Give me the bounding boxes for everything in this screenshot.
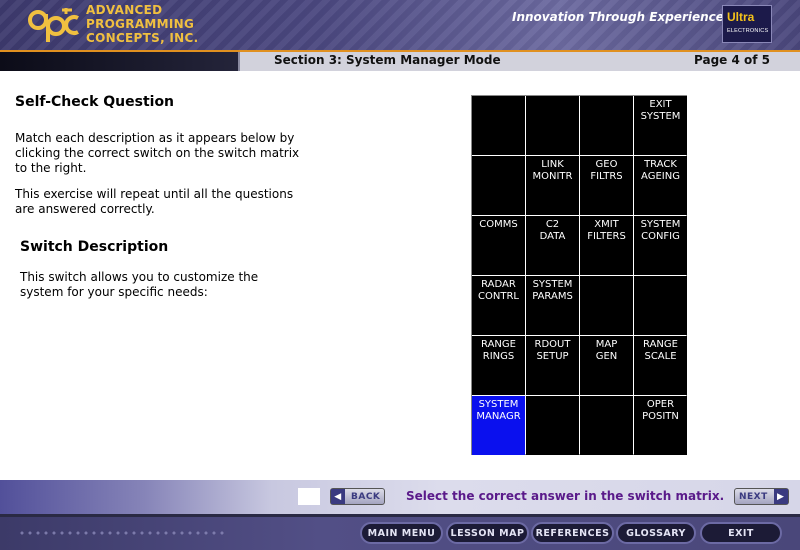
matrix-switch[interactable]	[580, 96, 633, 155]
ultra-logo-text: Ultra	[727, 10, 755, 24]
main-menu-button[interactable]: MAIN MENU	[360, 522, 443, 544]
ultra-logo-subtext: ELECTRONICS	[727, 28, 769, 34]
switch-matrix: EXIT SYSTEM LINK MONITR GEO FILTRS TRACK…	[471, 95, 687, 455]
matrix-switch-readout-setup[interactable]: RDOUT SETUP	[526, 336, 579, 395]
page-heading: Self-Check Question	[15, 94, 175, 110]
matrix-switch-c2-data[interactable]: C2 DATA	[526, 216, 579, 275]
section-bar: Section 3: System Manager Mode Page 4 of…	[0, 52, 800, 71]
section-title-bar: Section 3: System Manager Mode Page 4 of…	[238, 52, 800, 71]
footer-bar: MAIN MENU LESSON MAP REFERENCES GLOSSARY…	[0, 517, 800, 550]
switch-description-text: This switch allows you to customize the …	[20, 270, 259, 299]
matrix-switch-oper-position[interactable]: OPER POSITN	[634, 396, 687, 455]
company-name: ADVANCED PROGRAMMING CONCEPTS, INC.	[86, 3, 199, 45]
matrix-switch-radar-control[interactable]: RADAR CONTRL	[472, 276, 525, 335]
matrix-switch-range-rings[interactable]: RANGE RINGS	[472, 336, 525, 395]
app-header: ADVANCED PROGRAMMING CONCEPTS, INC. Inno…	[0, 0, 800, 50]
next-button[interactable]: NEXT ▶	[734, 488, 789, 505]
matrix-switch[interactable]	[526, 96, 579, 155]
back-button[interactable]: ◀ BACK	[330, 488, 385, 505]
footer-dots-decoration	[18, 529, 228, 539]
instruction-text: Select the correct answer in the switch …	[406, 489, 725, 503]
exit-button[interactable]: EXIT	[700, 522, 782, 544]
matrix-switch-link-monitor[interactable]: LINK MONITR	[526, 156, 579, 215]
matrix-switch-comms[interactable]: COMMS	[472, 216, 525, 275]
matrix-switch-xmit-filters[interactable]: XMIT FILTERS	[580, 216, 633, 275]
tagline: Innovation Through Experience	[512, 10, 724, 24]
matrix-switch-track-ageing[interactable]: TRACK AGEING	[634, 156, 687, 215]
matrix-switch[interactable]	[526, 396, 579, 455]
next-button-label: NEXT	[739, 491, 768, 502]
matrix-switch-exit-system[interactable]: EXIT SYSTEM	[634, 96, 687, 155]
repeat-paragraph: This exercise will repeat until all the …	[15, 187, 294, 216]
back-button-label: BACK	[351, 491, 381, 502]
back-arrow-icon: ◀	[331, 489, 345, 504]
matrix-switch-system-manager[interactable]: SYSTEM MANAGR	[472, 396, 525, 455]
company-line: ADVANCED	[86, 3, 163, 17]
next-arrow-icon: ▶	[773, 489, 788, 504]
company-line: PROGRAMMING	[86, 17, 195, 31]
matrix-switch[interactable]	[580, 396, 633, 455]
matrix-switch[interactable]	[580, 276, 633, 335]
section-title: Section 3: System Manager Mode	[274, 53, 501, 67]
glossary-button[interactable]: GLOSSARY	[616, 522, 696, 544]
matrix-switch-system-config[interactable]: SYSTEM CONFIG	[634, 216, 687, 275]
lesson-map-button[interactable]: LESSON MAP	[446, 522, 529, 544]
page-indicator: Page 4 of 5	[694, 53, 770, 67]
matrix-switch[interactable]	[472, 156, 525, 215]
navigation-bar: ◀ BACK Select the correct answer in the …	[0, 480, 800, 514]
apc-logo-icon	[28, 8, 79, 42]
references-button[interactable]: REFERENCES	[531, 522, 614, 544]
switch-description-heading: Switch Description	[20, 239, 169, 255]
section-bar-left	[0, 52, 238, 71]
matrix-switch-geo-filters[interactable]: GEO FILTRS	[580, 156, 633, 215]
matrix-switch-system-params[interactable]: SYSTEM PARAMS	[526, 276, 579, 335]
matrix-switch-map-gen[interactable]: MAP GEN	[580, 336, 633, 395]
matrix-switch[interactable]	[634, 276, 687, 335]
status-box	[298, 488, 320, 505]
instructions-paragraph: Match each description as it appears bel…	[15, 131, 300, 175]
matrix-switch-range-scale[interactable]: RANGE SCALE	[634, 336, 687, 395]
company-line: CONCEPTS, INC.	[86, 31, 199, 45]
matrix-switch[interactable]	[472, 96, 525, 155]
ultra-electronics-logo: Ultra ELECTRONICS	[722, 5, 772, 43]
